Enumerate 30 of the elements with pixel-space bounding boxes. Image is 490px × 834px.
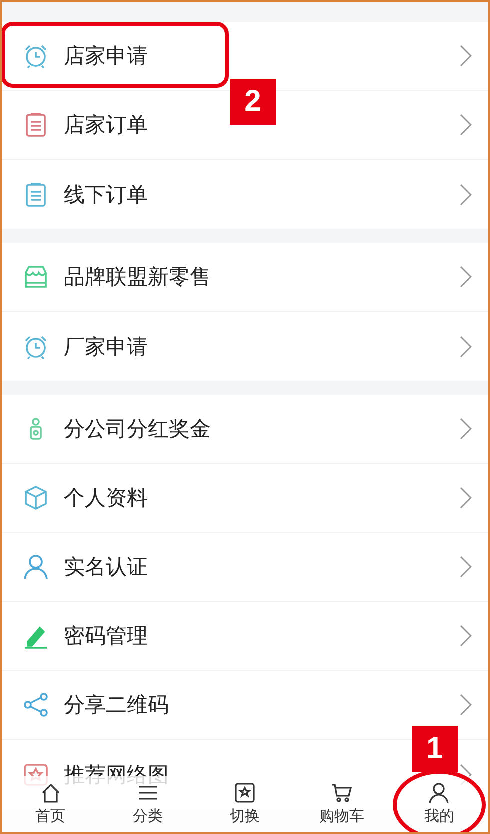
chevron-icon [460, 45, 472, 67]
cart-icon [330, 782, 354, 804]
chevron-icon [460, 418, 472, 440]
share-icon [22, 691, 50, 719]
person-icon [22, 553, 50, 581]
chevron-icon [460, 625, 472, 647]
menu-item[interactable]: 个人资料 [2, 464, 488, 533]
menu-item[interactable]: 厂家申请 [2, 312, 488, 381]
menu-item[interactable]: 实名认证 [2, 533, 488, 602]
person-icon [427, 782, 452, 804]
menu-item[interactable]: 密码管理 [2, 602, 488, 671]
menu-item[interactable]: 品牌联盟新零售 [2, 243, 488, 312]
chevron-icon [460, 336, 472, 358]
chevron-icon [460, 114, 472, 136]
star-frame-icon [232, 782, 257, 804]
step-marker: 2 [230, 79, 276, 125]
storefront-icon [22, 263, 50, 291]
menu-item[interactable]: 线下订单 [2, 160, 488, 229]
chevron-icon [460, 487, 472, 509]
chevron-icon [460, 184, 472, 206]
cube-icon [22, 484, 50, 512]
menu-item[interactable]: 分公司分红奖金 [2, 395, 488, 464]
tab[interactable]: 切换 [196, 776, 294, 832]
chevron-icon [460, 556, 472, 578]
tab[interactable]: 首页 [2, 776, 100, 832]
chevron-icon [460, 266, 472, 288]
chevron-icon [460, 694, 472, 716]
tab[interactable]: 购物车 [294, 776, 391, 832]
tab[interactable]: 分类 [99, 776, 196, 832]
step-marker: 1 [412, 726, 458, 772]
